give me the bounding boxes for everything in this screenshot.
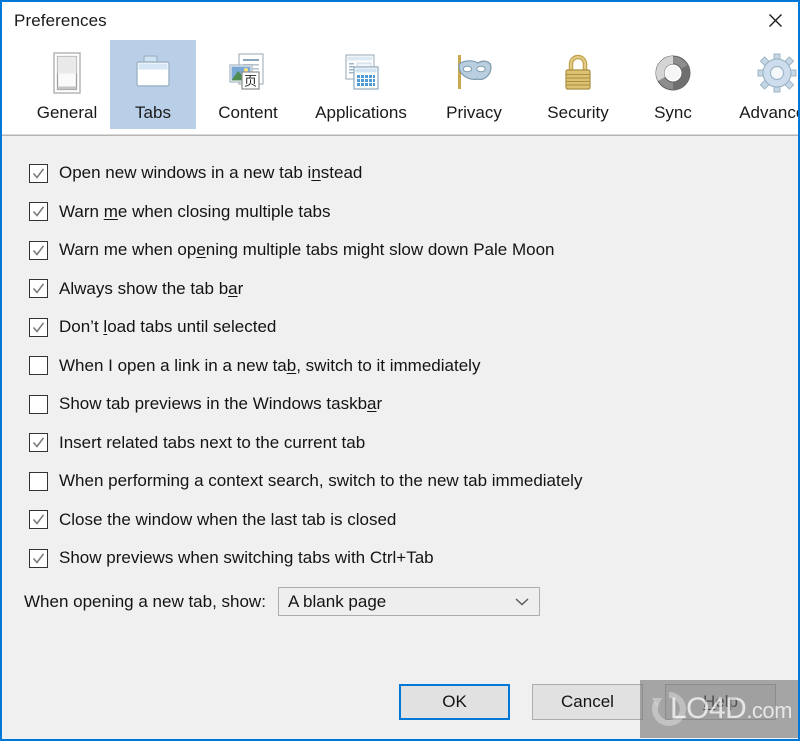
checkbox-row[interactable]: Open new windows in a new tab instead <box>29 154 798 193</box>
tab-label: General <box>36 103 98 122</box>
checkbox[interactable] <box>29 202 48 222</box>
svg-text:页: 页 <box>244 75 257 90</box>
gear-icon <box>752 48 798 98</box>
checkbox-row[interactable]: Show previews when switching tabs with C… <box>29 539 798 578</box>
checkmark-icon <box>32 206 45 218</box>
tab-label: Content <box>218 103 278 122</box>
close-button[interactable] <box>752 2 798 40</box>
checkbox-label: When performing a context search, switch… <box>59 471 583 491</box>
checkbox-label: Don’t load tabs until selected <box>59 317 277 337</box>
checkmark-icon <box>32 437 45 449</box>
checkbox-row[interactable]: When performing a context search, switch… <box>29 462 798 501</box>
tab-options-list: Open new windows in a new tab instead War… <box>2 154 798 578</box>
tab-sync[interactable]: Sync <box>630 40 716 129</box>
tab-label: Sync <box>654 103 692 122</box>
checkbox-label: Always show the tab bar <box>59 278 244 298</box>
checkbox-label: Warn me when closing multiple tabs <box>59 201 331 221</box>
checkbox[interactable] <box>29 510 48 530</box>
tab-content[interactable]: 页 Content <box>196 40 300 129</box>
checkbox[interactable] <box>29 548 48 568</box>
checkbox-label: Show tab previews in the Windows taskbar <box>59 394 383 414</box>
checkbox-row[interactable]: Warn me when closing multiple tabs <box>29 193 798 232</box>
tab-general[interactable]: General <box>24 40 110 129</box>
new-tab-select[interactable]: A blank page <box>277 587 540 616</box>
checkbox[interactable] <box>29 240 48 260</box>
mask-icon <box>449 48 499 98</box>
checkbox[interactable] <box>29 394 48 414</box>
padlock-icon <box>553 48 603 98</box>
checkbox[interactable] <box>29 433 48 453</box>
tab-security[interactable]: Security <box>526 40 630 129</box>
tab-applications[interactable]: Applications <box>300 40 422 129</box>
applications-icon <box>336 48 386 98</box>
cancel-button[interactable]: Cancel <box>532 684 643 720</box>
checkmark-icon <box>32 514 45 526</box>
tab-label: Privacy <box>446 103 502 122</box>
window-title: Preferences <box>14 11 107 30</box>
tab-label: Tabs <box>135 103 171 122</box>
help-button[interactable]: Help <box>665 684 776 720</box>
preferences-window: Preferences General Tabs 页 Content Appli… <box>0 0 800 741</box>
tab-label: Applications <box>315 103 407 122</box>
checkbox[interactable] <box>29 163 48 183</box>
sync-arrows-icon <box>648 48 698 98</box>
tab-label: Security <box>547 103 609 122</box>
checkmark-icon <box>32 322 45 333</box>
checkbox-row[interactable]: Show tab previews in the Windows taskbar <box>29 385 798 424</box>
checkbox-label: Close the window when the last tab is cl… <box>59 509 397 529</box>
checkbox[interactable] <box>29 317 48 337</box>
checkbox-label: Open new windows in a new tab instead <box>59 163 363 183</box>
checkbox-row[interactable]: Don’t load tabs until selected <box>29 308 798 347</box>
help-button-label: Help <box>703 692 738 711</box>
checkbox-label: Show previews when switching tabs with C… <box>59 548 434 568</box>
content-page-icon: 页 <box>223 48 273 98</box>
tab-advanced[interactable]: Advanced <box>716 40 798 129</box>
checkbox-row[interactable]: Close the window when the last tab is cl… <box>29 501 798 540</box>
checkbox[interactable] <box>29 471 48 491</box>
checkmark-icon <box>32 168 45 179</box>
checkbox-row[interactable]: Warn me when opening multiple tabs might… <box>29 231 798 270</box>
checkbox[interactable] <box>29 356 48 376</box>
new-tab-setting-row: When opening a new tab, show: A blank pa… <box>2 587 798 617</box>
checkmark-icon <box>32 245 45 256</box>
checkmark-icon <box>32 553 45 564</box>
chevron-down-icon <box>515 597 529 606</box>
preferences-tabstrip: General Tabs 页 Content Applications Priv… <box>2 40 798 135</box>
ok-button[interactable]: OK <box>399 684 510 720</box>
title-bar: Preferences <box>2 2 798 40</box>
window-icon <box>42 48 92 98</box>
tab-privacy[interactable]: Privacy <box>422 40 526 129</box>
folder-tab-icon <box>128 48 178 98</box>
checkbox-label: Insert related tabs next to the current … <box>59 432 366 452</box>
checkbox-row[interactable]: Always show the tab bar <box>29 270 798 309</box>
tab-label: Advanced <box>739 103 798 122</box>
new-tab-label: When opening a new tab, show: <box>24 591 266 611</box>
checkbox-label: Warn me when opening multiple tabs might… <box>59 240 555 260</box>
checkbox[interactable] <box>29 279 48 299</box>
close-icon <box>768 13 782 27</box>
dialog-button-bar: OK Cancel Help <box>2 684 798 720</box>
tab-tabs[interactable]: Tabs <box>110 40 196 129</box>
new-tab-selected-value: A blank page <box>287 591 387 611</box>
checkbox-row[interactable]: When I open a link in a new tab, switch … <box>29 347 798 386</box>
checkbox-label: When I open a link in a new tab, switch … <box>59 355 481 375</box>
tabs-settings-panel: Open new windows in a new tab instead War… <box>2 135 798 738</box>
checkbox-row[interactable]: Insert related tabs next to the current … <box>29 424 798 463</box>
checkmark-icon <box>32 283 45 295</box>
